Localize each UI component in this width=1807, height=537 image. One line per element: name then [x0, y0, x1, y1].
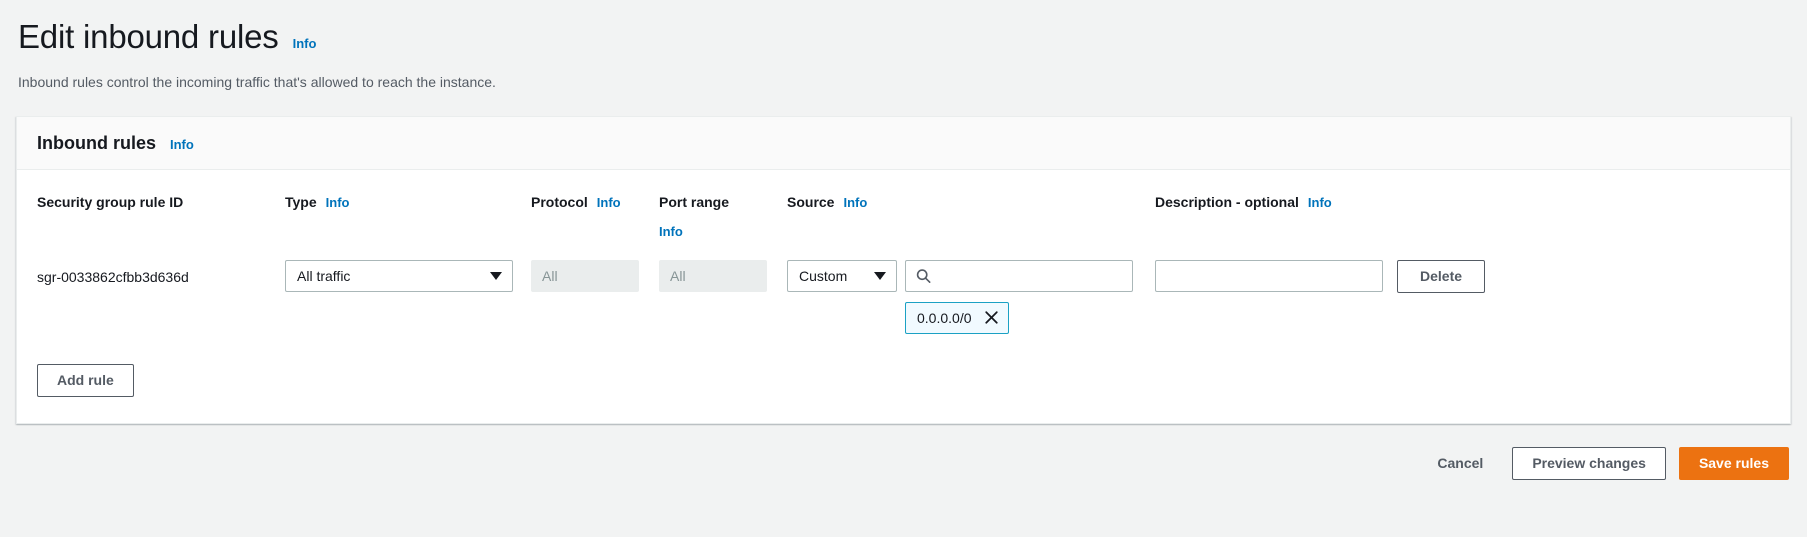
- column-header-actions: [1397, 170, 1770, 192]
- protocol-info-link[interactable]: Info: [597, 193, 621, 213]
- protocol-input: All: [531, 259, 639, 292]
- delete-rule-button[interactable]: Delete: [1397, 259, 1486, 293]
- footer-actions: Cancel Preview changes Save rules: [0, 424, 1807, 480]
- column-header-source-value: [905, 170, 1155, 192]
- description-input[interactable]: [1155, 259, 1383, 292]
- type-info-link[interactable]: Info: [326, 193, 350, 213]
- card-title: Inbound rules: [37, 133, 156, 154]
- rule-id-value: sgr-0033862cfbb3d636d: [37, 268, 189, 285]
- port-range-info-link[interactable]: Info: [659, 222, 683, 242]
- source-info-link[interactable]: Info: [843, 193, 867, 213]
- source-search-wrap: [905, 259, 1133, 292]
- preview-changes-button[interactable]: Preview changes: [1512, 446, 1666, 480]
- card-header: Inbound rules Info: [17, 117, 1790, 171]
- column-header-source-label: Source: [787, 194, 835, 211]
- close-icon[interactable]: [984, 310, 999, 325]
- description-info-link[interactable]: Info: [1308, 193, 1332, 213]
- column-header-description: Description - optional Info: [1155, 170, 1397, 213]
- card-body: Security group rule ID Type Info Protoco…: [17, 170, 1790, 423]
- source-value-cell: 0.0.0.0/0: [905, 242, 1155, 334]
- port-range-input-value: All: [670, 267, 686, 284]
- source-type-select-value: Custom: [799, 267, 848, 284]
- source-token-label: 0.0.0.0/0: [917, 309, 972, 326]
- title-row: Edit inbound rules Info: [18, 18, 1789, 56]
- column-header-rule-id-label: Security group rule ID: [37, 194, 184, 211]
- source-search-input[interactable]: [905, 259, 1133, 292]
- port-range-cell: All: [659, 242, 787, 292]
- column-header-protocol: Protocol Info: [531, 170, 659, 213]
- column-header-port-range-label: Port range: [659, 194, 730, 211]
- page-title: Edit inbound rules: [18, 18, 279, 55]
- source-type-select[interactable]: Custom: [787, 259, 897, 292]
- column-header-type-label: Type: [285, 194, 317, 211]
- card-info-link[interactable]: Info: [170, 137, 194, 152]
- column-header-source: Source Info: [787, 170, 905, 213]
- row-actions-cell: Delete: [1397, 242, 1770, 293]
- chevron-down-icon: [490, 271, 502, 280]
- inbound-rules-card: Inbound rules Info Security group rule I…: [16, 116, 1791, 424]
- page-info-link[interactable]: Info: [293, 36, 317, 51]
- column-header-description-label: Description - optional: [1155, 194, 1299, 211]
- port-range-input: All: [659, 259, 767, 292]
- column-header-type: Type Info: [285, 170, 531, 213]
- column-header-rule-id: Security group rule ID: [37, 170, 285, 213]
- source-token: 0.0.0.0/0: [905, 301, 1009, 334]
- type-cell: All traffic: [285, 242, 531, 292]
- type-select-value: All traffic: [297, 267, 351, 284]
- description-cell: [1155, 242, 1397, 292]
- rules-grid: Security group rule ID Type Info Protoco…: [37, 170, 1770, 334]
- save-rules-button[interactable]: Save rules: [1678, 446, 1789, 480]
- source-type-cell: Custom: [787, 242, 905, 292]
- protocol-input-value: All: [542, 267, 558, 284]
- column-header-protocol-label: Protocol: [531, 194, 588, 211]
- column-header-port-range: Port range Info: [659, 170, 787, 242]
- type-select[interactable]: All traffic: [285, 259, 513, 292]
- page-header: Edit inbound rules Info Inbound rules co…: [0, 0, 1807, 92]
- cancel-button[interactable]: Cancel: [1421, 447, 1499, 480]
- page-description: Inbound rules control the incoming traff…: [18, 73, 496, 90]
- chevron-down-icon: [874, 271, 886, 280]
- add-rule-button[interactable]: Add rule: [37, 363, 134, 397]
- protocol-cell: All: [531, 242, 659, 292]
